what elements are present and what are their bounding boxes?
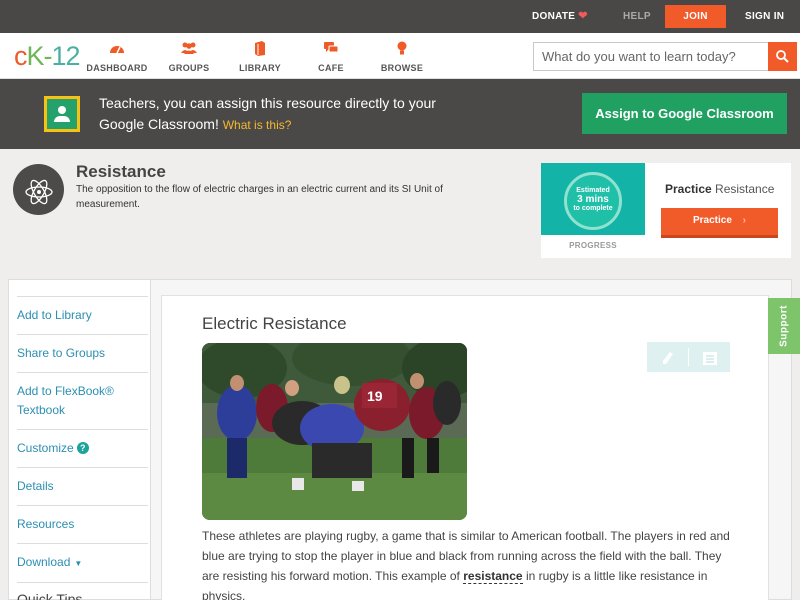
search-icon [776, 50, 789, 63]
sidebar-item-details[interactable]: Details [17, 467, 148, 505]
browse-icon [367, 41, 437, 57]
highlight-tool-button[interactable] [647, 342, 688, 372]
annotation-toolbar [647, 342, 730, 372]
sidebar-item-add-to-flexbook[interactable]: Add to FlexBook® Textbook [17, 372, 148, 429]
nav-dashboard[interactable]: DASHBOARD [82, 41, 152, 73]
assign-to-google-classroom-button[interactable]: Assign to Google Classroom [582, 93, 787, 134]
concept-description: The opposition to the flow of electric c… [76, 184, 443, 210]
sidebar-item-customize[interactable]: Customize? [17, 429, 148, 467]
concept-title: Resistance [76, 162, 166, 181]
atom-icon [13, 164, 64, 215]
nav-browse[interactable]: BROWSE [367, 41, 437, 73]
donate-link[interactable]: DONATE ❤ [532, 0, 588, 33]
nav-groups[interactable]: GROUPS [154, 41, 224, 73]
estimated-time-badge: Estimated 3 mins to complete [564, 172, 622, 230]
quick-tips-heading[interactable]: Quick Tips [17, 582, 148, 600]
help-icon[interactable]: ? [76, 442, 89, 454]
nav-cafe[interactable]: CAFE [296, 41, 366, 73]
search-input[interactable] [534, 43, 766, 70]
practice-button[interactable]: Practice › [661, 208, 778, 238]
notes-tool-button[interactable] [689, 342, 730, 372]
google-classroom-icon [44, 96, 80, 132]
heart-icon: ❤ [578, 10, 588, 22]
top-bar: DONATE ❤ HELP JOIN SIGN IN [0, 0, 800, 33]
dashboard-icon [82, 41, 152, 57]
cafe-icon [296, 41, 366, 57]
banner-text: Teachers, you can assign this resource d… [99, 95, 436, 132]
nav-library[interactable]: LIBRARY [225, 41, 295, 73]
progress-graphic: Estimated 3 mins to complete [541, 163, 645, 235]
library-icon [225, 41, 295, 57]
sidebar-item-add-to-library[interactable]: Add to Library [17, 296, 148, 334]
sidebar-item-share-to-groups[interactable]: Share to Groups [17, 334, 148, 372]
join-button[interactable]: JOIN [665, 5, 726, 28]
ck12-logo[interactable]: cK-12 [14, 41, 81, 72]
what-is-this-link[interactable]: What is this? [223, 118, 292, 132]
support-tab[interactable]: Support [768, 298, 800, 354]
chevron-right-icon: › [742, 215, 747, 226]
sidebar-menu: Add to Library Share to Groups Add to Fl… [17, 296, 148, 600]
progress-label: PROGRESS [569, 241, 617, 250]
sidebar: Add to Library Share to Groups Add to Fl… [8, 279, 150, 600]
groups-icon [154, 41, 224, 57]
sidebar-item-resources[interactable]: Resources [17, 505, 148, 543]
caret-down-icon: ▼ [74, 559, 83, 568]
keyword-resistance[interactable]: resistance [463, 569, 523, 584]
rugby-photo: 19 [202, 343, 467, 520]
progress-card: Estimated 3 mins to complete PROGRESS Pr… [541, 163, 791, 258]
practice-title: Practice Resistance [665, 182, 775, 196]
search-box [533, 42, 797, 71]
sidebar-item-download[interactable]: Download ▼ [17, 543, 148, 582]
sign-in-link[interactable]: SIGN IN [745, 0, 784, 33]
pencil-icon [662, 352, 673, 365]
search-button[interactable] [768, 42, 797, 71]
article-title: Electric Resistance [202, 314, 347, 333]
notes-icon [702, 351, 717, 365]
article-paragraph: These athletes are playing rugby, a game… [202, 529, 730, 600]
jersey-number: 19 [367, 388, 383, 404]
help-link[interactable]: HELP [623, 0, 651, 33]
